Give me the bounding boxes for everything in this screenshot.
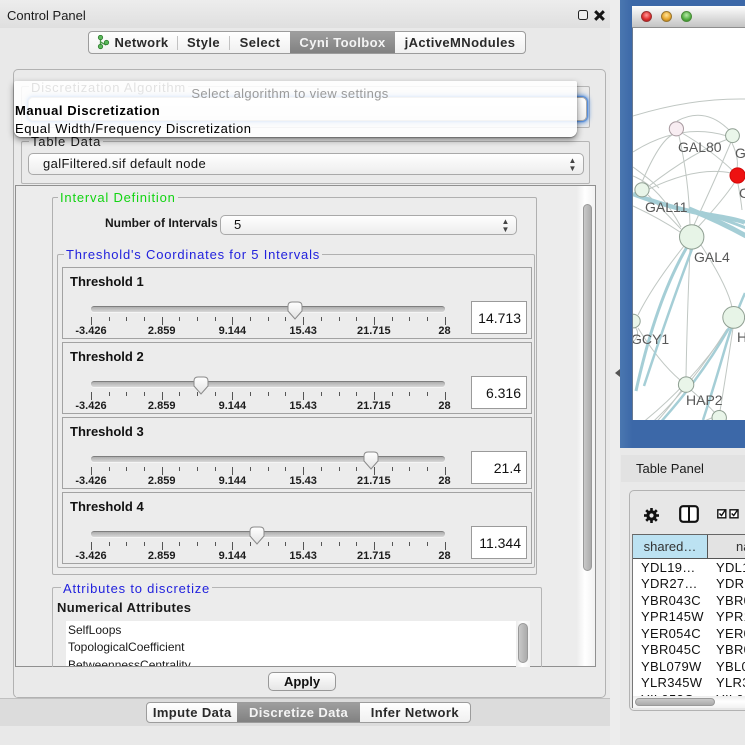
svg-text:HAP2: HAP2 [686, 392, 723, 408]
svg-text:H: H [737, 329, 745, 345]
svg-text:GA: GA [735, 145, 745, 161]
svg-text:C: C [739, 185, 745, 201]
svg-text:GAL4: GAL4 [694, 249, 730, 265]
svg-text:GAL11: GAL11 [645, 199, 688, 215]
svg-text:GAL80: GAL80 [678, 139, 722, 155]
svg-text:GCY1: GCY1 [633, 331, 669, 347]
